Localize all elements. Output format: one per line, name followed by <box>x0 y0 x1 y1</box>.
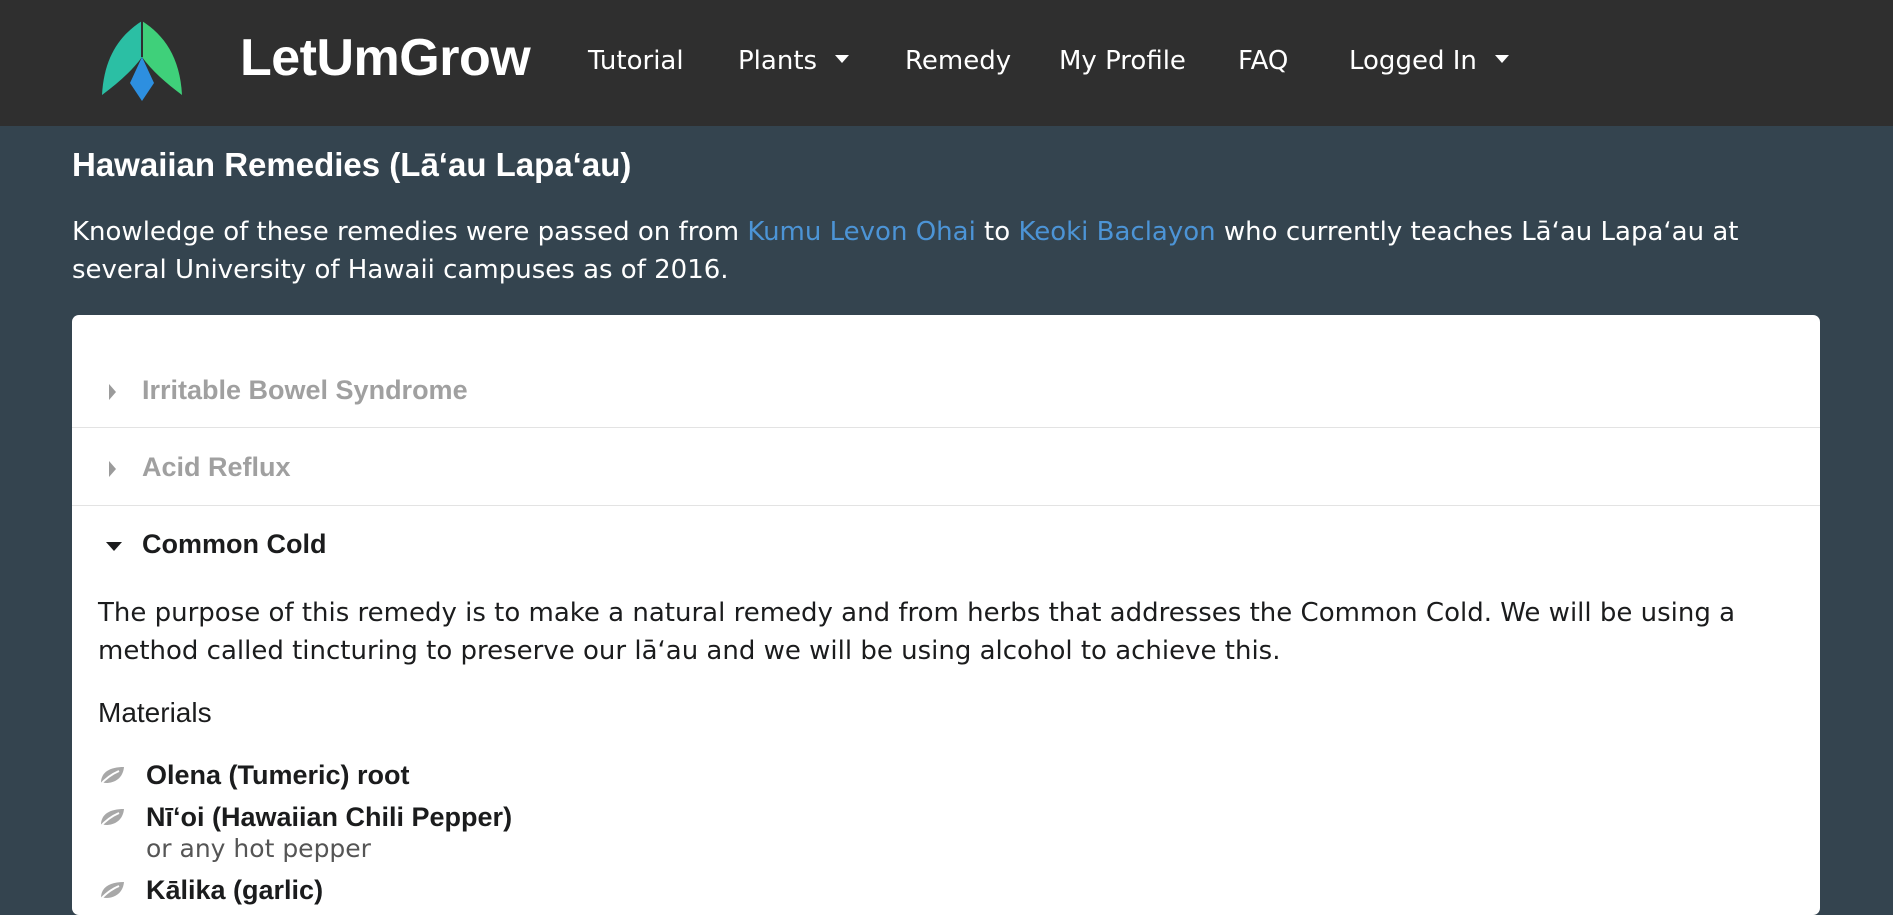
page-title: Hawaiian Remedies (Lāʻau Lapaʻau) <box>72 146 632 183</box>
accordion-title-acid-reflux-label: Acid Reflux <box>142 452 291 482</box>
intro-text: Knowledge of these remedies were passed … <box>72 213 1812 289</box>
nav-remedy-label: Remedy <box>905 46 1012 76</box>
caret-down-icon <box>106 542 122 551</box>
nav-plants-dropdown[interactable]: Plants <box>738 46 850 76</box>
intro-text-mid: to <box>975 217 1019 247</box>
nav-remedy[interactable]: Remedy <box>905 46 1011 76</box>
accordion-title-ibs-label: Irritable Bowel Syndrome <box>142 375 468 405</box>
keoki-baclayon-link[interactable]: Keoki Baclayon <box>1018 217 1215 247</box>
caret-right-icon <box>109 384 116 400</box>
logo-icon[interactable] <box>100 21 184 101</box>
divider <box>72 427 1820 428</box>
nav-faq[interactable]: FAQ <box>1238 46 1288 76</box>
nav-plants-label: Plants <box>738 46 818 76</box>
leaf-icon <box>99 882 124 901</box>
material-name: Nīʻoi (Hawaiian Chili Pepper) <box>146 802 513 832</box>
material-name: Olena (Tumeric) root <box>146 760 410 790</box>
caret-right-icon <box>109 461 116 477</box>
leaf-icon <box>99 809 124 828</box>
nav-my-profile-label: My Profile <box>1059 46 1186 76</box>
nav-tutorial-label: Tutorial <box>588 46 684 76</box>
brand-name[interactable]: LetUmGrow <box>240 28 531 88</box>
accordion-title-acid-reflux[interactable]: Acid Reflux <box>72 452 1820 486</box>
chevron-down-icon <box>1494 54 1509 63</box>
top-navbar: LetUmGrow Tutorial Plants Remedy My Prof… <box>0 0 1893 126</box>
accordion-title-common-cold-label: Common Cold <box>142 529 327 559</box>
kumu-levon-ohai-link[interactable]: Kumu Levon Ohai <box>747 217 975 247</box>
materials-heading: Materials <box>98 697 212 728</box>
chevron-down-icon <box>835 54 850 63</box>
divider <box>72 505 1820 506</box>
intro-text-start: Knowledge of these remedies were passed … <box>72 217 748 247</box>
remedy-description: The purpose of this remedy is to make a … <box>98 598 1736 666</box>
nav-faq-label: FAQ <box>1238 46 1289 76</box>
nav-tutorial[interactable]: Tutorial <box>588 46 684 76</box>
nav-my-profile[interactable]: My Profile <box>1059 46 1186 76</box>
material-note: or any hot pepper <box>146 834 371 863</box>
leaf-icon <box>99 767 124 786</box>
nav-logged-in-dropdown[interactable]: Logged In <box>1349 46 1509 76</box>
remedy-accordion: Irritable Bowel Syndrome Acid Reflux Com… <box>72 315 1820 915</box>
accordion-title-common-cold[interactable]: Common Cold <box>72 529 1820 563</box>
nav-logged-in-label: Logged In <box>1349 46 1477 76</box>
accordion-title-ibs[interactable]: Irritable Bowel Syndrome <box>72 375 1820 409</box>
